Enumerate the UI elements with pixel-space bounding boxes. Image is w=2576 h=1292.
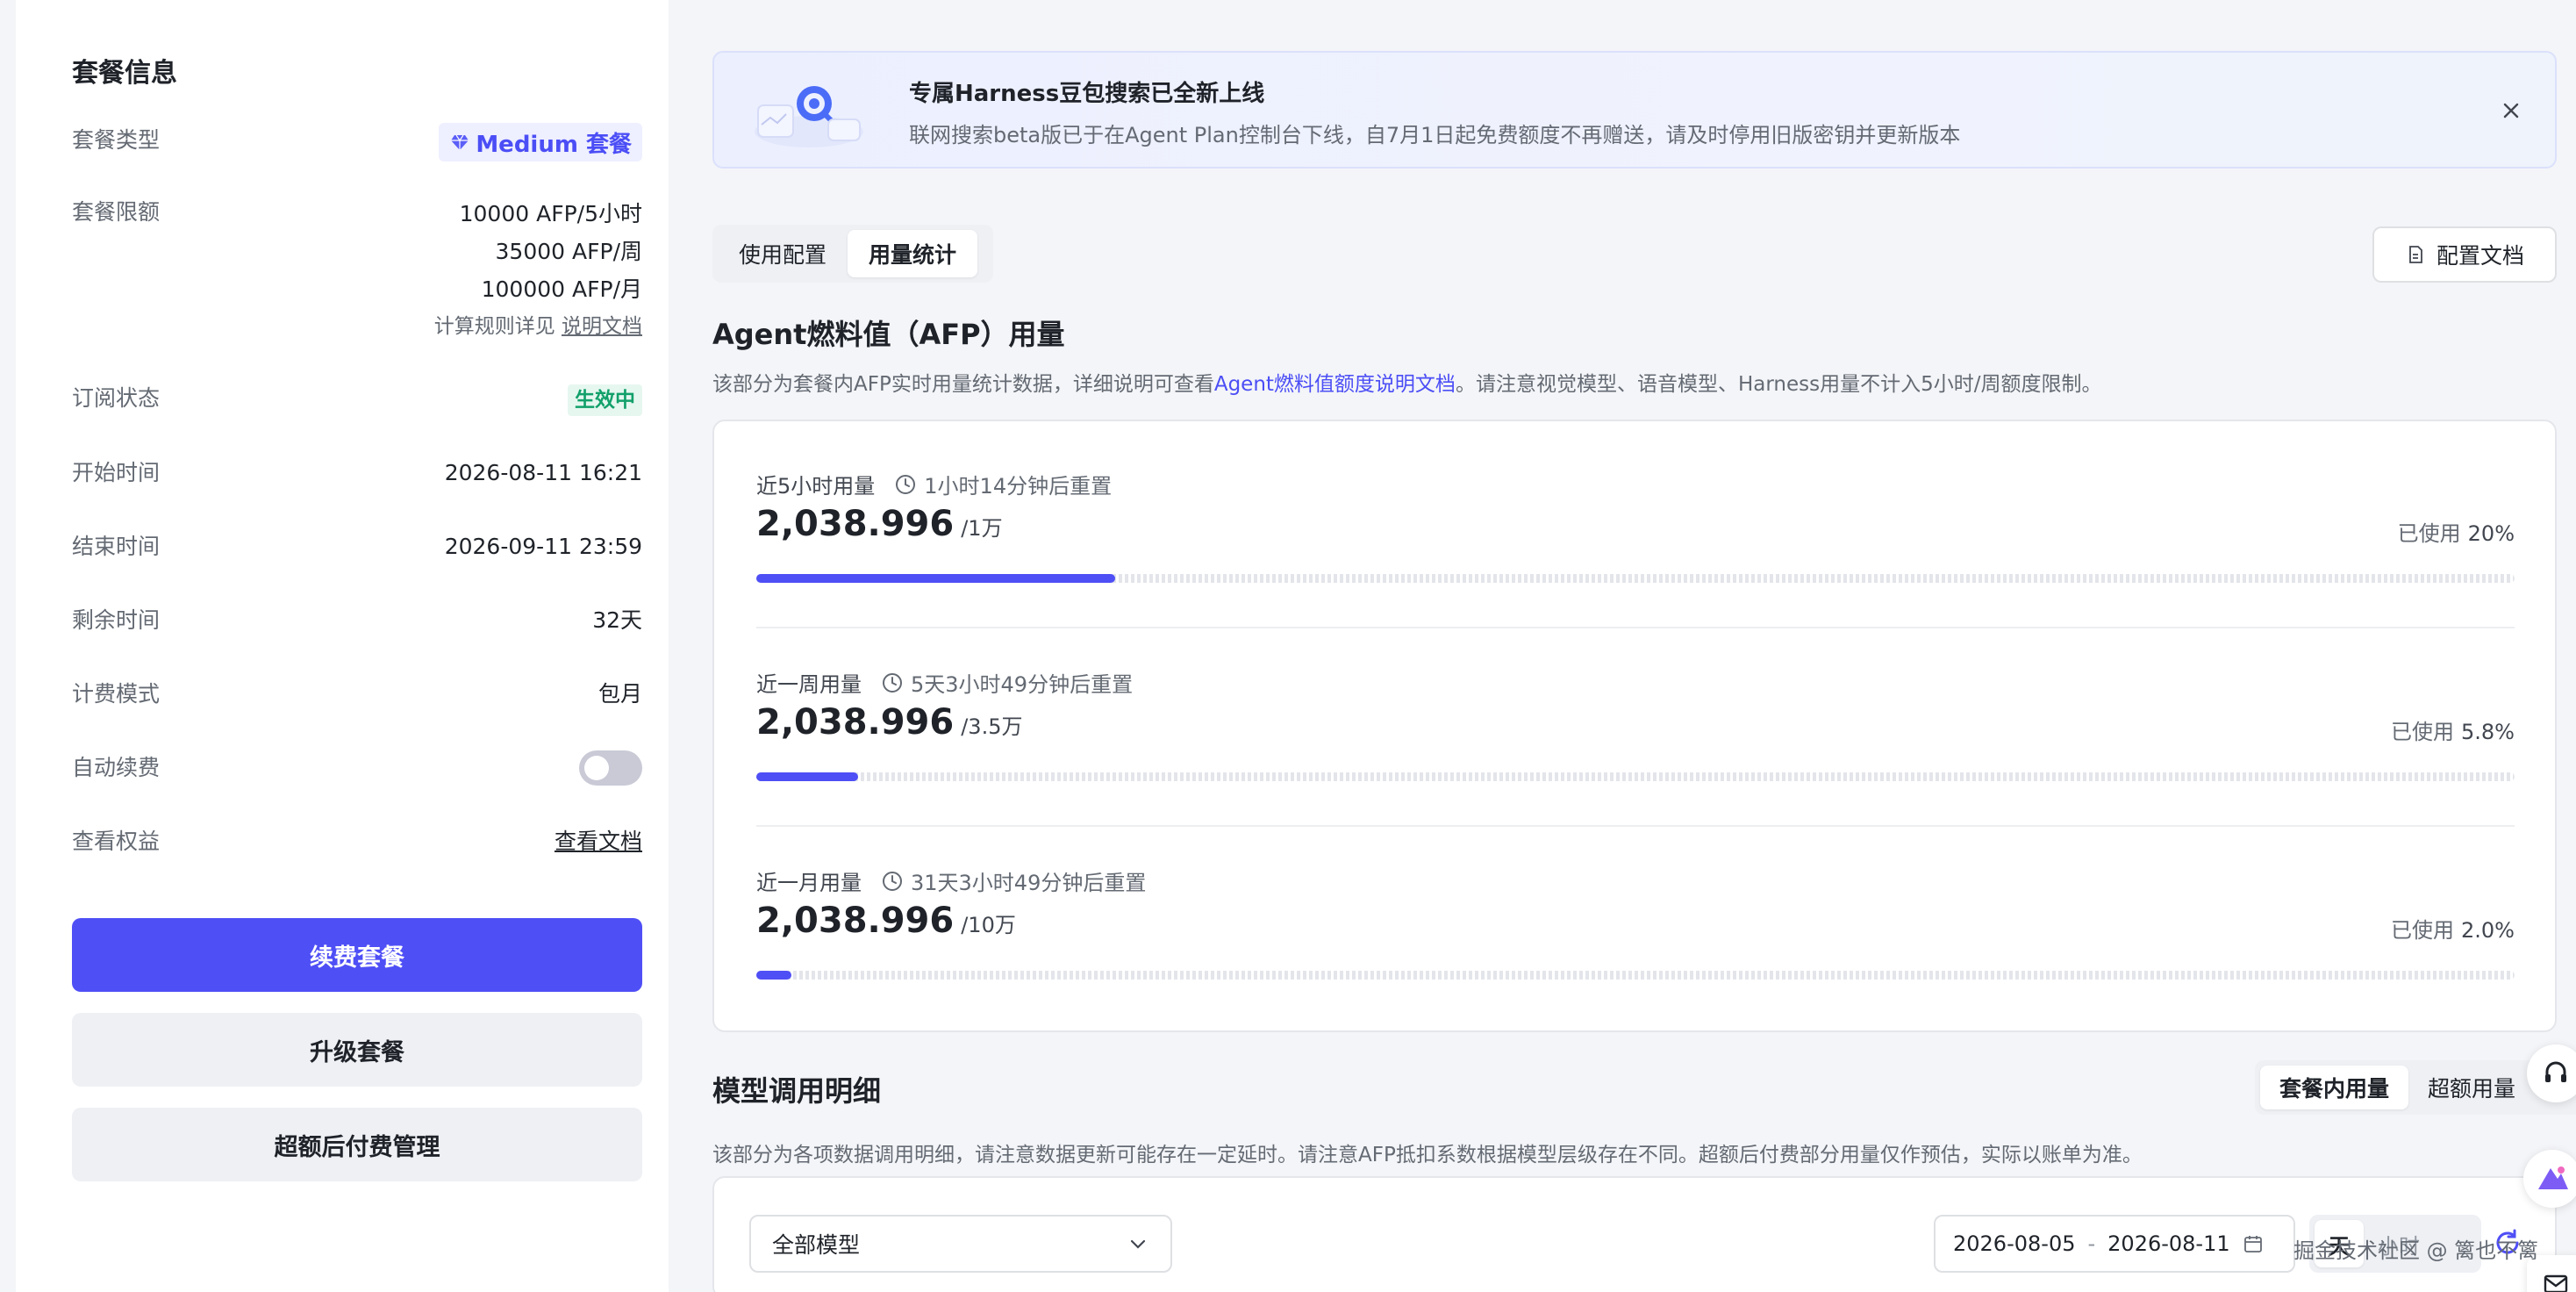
start-time-label: 开始时间	[72, 460, 161, 485]
subscription-status-row: 订阅状态 生效中	[72, 381, 642, 416]
usage-label: 近一周用量	[756, 672, 862, 697]
banner-description: 联网搜索beta版已于在Agent Plan控制台下线，自7月1日起免费额度不再…	[909, 123, 1961, 147]
tab-usage-config[interactable]: 使用配置	[718, 230, 848, 277]
watermark: 掘金技术社区 @ 篱也不篱	[2293, 1238, 2539, 1263]
divider	[756, 627, 2515, 628]
assistant-float-button[interactable]	[2523, 1150, 2576, 1208]
usage-item-week: 近一周用量 5天3小时49分钟后重置 2,038.996/3.5万 已使用 5.8…	[756, 667, 2515, 790]
upgrade-plan-button[interactable]: 升级套餐	[72, 1013, 642, 1087]
plan-limits-row: 套餐限额 10000 AFP/5小时 35000 AFP/周 100000 AF…	[72, 195, 642, 346]
progress-fill	[756, 971, 792, 980]
reset-info: 31天3小时49分钟后重置	[881, 865, 1146, 896]
date-end[interactable]: 2026-08-11	[2107, 1231, 2229, 1256]
plan-info-title: 套餐信息	[72, 58, 177, 89]
close-icon[interactable]	[2497, 97, 2525, 125]
usage-value: 2,038.996/1万	[756, 504, 1003, 544]
diamond-icon	[451, 134, 469, 150]
limits-note: 计算规则详见 说明文档	[433, 315, 642, 338]
tab-usage-stats[interactable]: 用量统计	[848, 230, 978, 277]
progress-track	[756, 971, 2515, 980]
plan-type-row: 套餐类型 Medium 套餐	[72, 123, 642, 162]
config-doc-button[interactable]: 配置文档	[2372, 226, 2557, 283]
remaining-time-value: 32天	[592, 607, 642, 633]
end-time-label: 结束时间	[72, 534, 161, 559]
start-time-row: 开始时间 2026-08-11 16:21	[72, 456, 642, 491]
auto-renew-toggle[interactable]	[579, 750, 642, 786]
banner-title: 专属Harness豆包搜索已全新上线	[909, 81, 1265, 107]
view-docs-link[interactable]: 查看文档	[555, 824, 642, 859]
config-doc-label: 配置文档	[2436, 243, 2524, 269]
renew-plan-button[interactable]: 续费套餐	[72, 918, 642, 992]
progress-track	[756, 772, 2515, 781]
model-detail-description: 该部分为各项数据调用明细，请注意数据更新可能存在一定延时。请注意AFP抵扣系数根…	[712, 1144, 2143, 1166]
usage-percent: 已使用 5.8%	[2391, 720, 2515, 744]
main-tabs: 使用配置 用量统计	[712, 225, 993, 283]
plan-type-value: Medium 套餐	[476, 131, 632, 158]
benefits-label: 查看权益	[72, 829, 161, 854]
toggle-knob	[584, 756, 609, 780]
model-select-value: 全部模型	[772, 1232, 861, 1258]
headset-icon	[2545, 1061, 2566, 1082]
afp-doc-link[interactable]: Agent燃料值额度说明文档	[1214, 373, 1456, 396]
auto-renew-label: 自动续费	[72, 755, 161, 780]
benefits-row: 查看权益 查看文档	[72, 824, 642, 859]
usage-item-5h: 近5小时用量 1小时14分钟后重置 2,038.996/1万 已使用 20%	[756, 469, 2515, 592]
calendar-icon	[2243, 1236, 2262, 1253]
model-select[interactable]: 全部模型	[749, 1215, 1172, 1273]
usage-item-month: 近一月用量 31天3小时49分钟后重置 2,038.996/10万 已使用 2.0…	[756, 865, 2515, 988]
plan-info-panel: 套餐信息 套餐类型 Medium 套餐 套餐限额 10000 AFP/5小时 3…	[16, 0, 669, 1292]
search-illustration-icon	[755, 86, 863, 147]
overage-billing-button[interactable]: 超额后付费管理	[72, 1108, 642, 1181]
clock-icon	[896, 474, 916, 494]
plan-limits-values: 10000 AFP/5小时 35000 AFP/周 100000 AFP/月 计…	[434, 195, 642, 346]
document-icon	[2409, 246, 2422, 263]
afp-section-title: Agent燃料值（AFP）用量	[712, 318, 1065, 351]
limit-week: 35000 AFP/周	[495, 239, 642, 264]
model-filter-card: 全部模型 2026-08-05 - 2026-08-11 天 小时	[712, 1176, 2557, 1292]
limit-5h: 10000 AFP/5小时	[459, 201, 642, 226]
usage-label: 近5小时用量	[756, 474, 876, 499]
subscription-status-label: 订阅状态	[72, 385, 161, 411]
start-time-value: 2026-08-11 16:21	[444, 460, 642, 485]
tab-overage-usage[interactable]: 超额用量	[2408, 1066, 2535, 1109]
date-separator: -	[2087, 1231, 2096, 1256]
billing-mode-label: 计费模式	[72, 681, 161, 707]
plan-type-badge: Medium 套餐	[439, 123, 642, 162]
remaining-time-label: 剩余时间	[72, 607, 161, 633]
usage-value: 2,038.996/10万	[756, 901, 1016, 941]
progress-fill	[756, 574, 1115, 583]
explain-doc-link[interactable]: 说明文档	[562, 315, 642, 338]
remaining-time-row: 剩余时间 32天	[72, 603, 642, 638]
usage-label: 近一月用量	[756, 871, 862, 895]
assistant-logo-icon	[2538, 1166, 2568, 1189]
usage-percent: 已使用 20%	[2397, 521, 2515, 546]
auto-renew-row: 自动续费	[72, 750, 642, 786]
limit-month: 100000 AFP/月	[481, 276, 642, 302]
afp-section-description: 该部分为套餐内AFP实时用量统计数据，详细说明可查看Agent燃料值额度说明文档…	[712, 373, 2102, 396]
progress-fill	[756, 772, 859, 781]
date-start[interactable]: 2026-08-05	[1953, 1231, 2075, 1256]
plan-limits-label: 套餐限额	[72, 199, 161, 225]
end-time-value: 2026-09-11 23:59	[444, 534, 642, 559]
usage-value: 2,038.996/3.5万	[756, 702, 1023, 743]
reset-info: 5天3小时49分钟后重置	[881, 667, 1133, 698]
plan-type-label: 套餐类型	[72, 127, 161, 153]
tab-in-plan-usage[interactable]: 套餐内用量	[2260, 1066, 2409, 1109]
model-detail-title: 模型调用明细	[712, 1074, 882, 1108]
billing-mode-row: 计费模式 包月	[72, 677, 642, 712]
clock-icon	[883, 672, 902, 693]
status-badge: 生效中	[568, 384, 642, 416]
billing-mode-value: 包月	[597, 681, 642, 707]
mail-icon	[2544, 1274, 2568, 1292]
reset-info: 1小时14分钟后重置	[894, 469, 1112, 499]
chevron-down-icon	[1130, 1239, 1146, 1249]
divider	[756, 825, 2515, 827]
date-range-picker[interactable]: 2026-08-05 - 2026-08-11	[1934, 1215, 2295, 1273]
announcement-banner: 专属Harness豆包搜索已全新上线 联网搜索beta版已于在Agent Pla…	[712, 51, 2557, 169]
clock-icon	[883, 871, 902, 891]
end-time-row: 结束时间 2026-09-11 23:59	[72, 529, 642, 564]
usage-percent: 已使用 2.0%	[2391, 918, 2515, 943]
afp-usage-card: 近5小时用量 1小时14分钟后重置 2,038.996/1万 已使用 20% 近一…	[712, 420, 2557, 1032]
